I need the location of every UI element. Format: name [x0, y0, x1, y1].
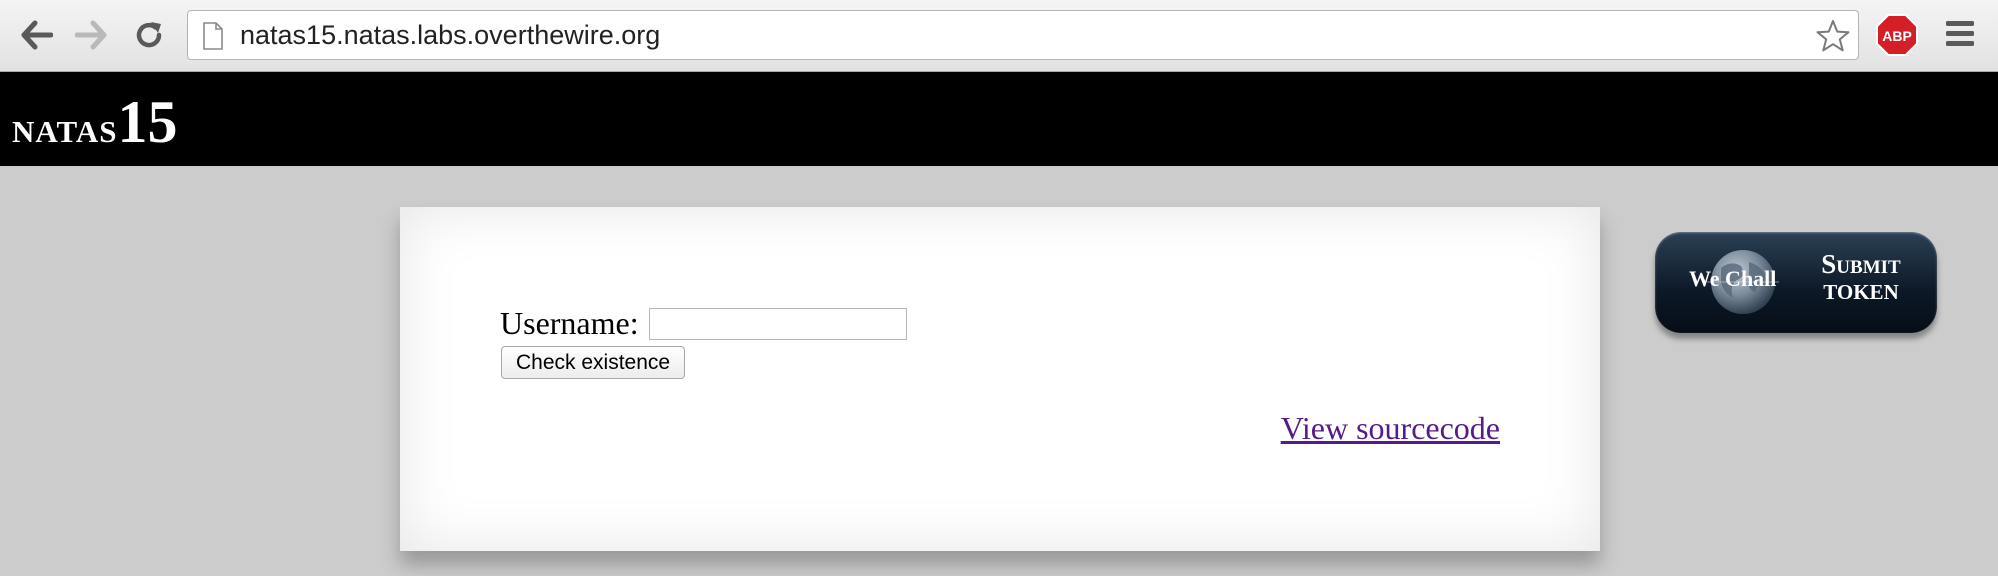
check-existence-button[interactable]: Check existence [501, 346, 686, 379]
page-title-number: 15 [117, 89, 178, 155]
adblock-label: ABP [1882, 28, 1912, 44]
forward-button[interactable] [72, 16, 110, 54]
star-icon[interactable] [1816, 19, 1850, 53]
site-header: natas15 [0, 72, 1998, 166]
token-label: token [1823, 280, 1899, 304]
username-form-row: Username: [500, 305, 907, 342]
page-icon [203, 22, 223, 50]
page-title-prefix: natas [12, 103, 118, 152]
forward-arrow-icon [75, 20, 107, 50]
wechall-submit-token-button[interactable]: We Chall Submit token [1655, 232, 1937, 333]
url-text[interactable]: natas15.natas.labs.overthewire.org [240, 11, 660, 59]
adblock-plus-icon[interactable]: ABP [1876, 14, 1918, 56]
back-arrow-icon [21, 20, 53, 50]
wechall-logo-text: We Chall [1689, 266, 1777, 291]
submit-label: Submit [1821, 249, 1901, 279]
back-button[interactable] [18, 16, 56, 54]
reload-button[interactable] [130, 16, 168, 54]
content-card: Username: Check existence View sourcecod… [400, 207, 1600, 551]
reload-icon [136, 22, 162, 48]
browser-toolbar: natas15.natas.labs.overthewire.org ABP [0, 0, 1998, 72]
address-bar[interactable]: natas15.natas.labs.overthewire.org [187, 10, 1859, 60]
username-input[interactable] [648, 307, 907, 340]
hamburger-menu-icon[interactable] [1944, 18, 1976, 50]
submit-token-label: Submit token [1797, 250, 1925, 306]
view-sourcecode-link[interactable]: View sourcecode [1281, 410, 1500, 447]
username-label: Username: [500, 305, 639, 341]
page-title: natas15 [12, 72, 177, 166]
